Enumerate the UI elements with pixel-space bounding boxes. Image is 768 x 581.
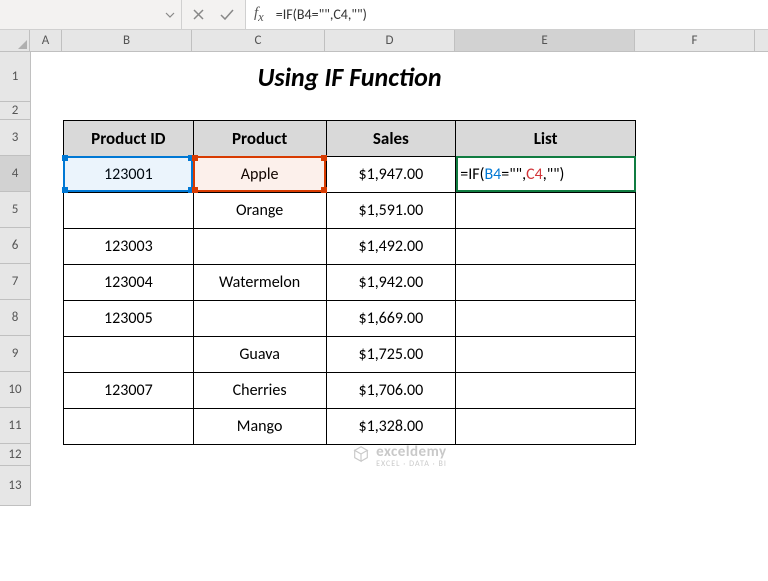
check-icon[interactable] <box>219 8 235 21</box>
data-table: Product ID Product Sales List 123001 App… <box>63 120 636 445</box>
cell-c10[interactable]: Cherries <box>193 373 326 409</box>
name-box[interactable] <box>0 0 182 29</box>
row-header-11[interactable]: 11 <box>0 408 30 444</box>
cell-b4[interactable]: 123001 <box>64 157 194 193</box>
row-header-13[interactable]: 13 <box>0 466 30 506</box>
cell-b11[interactable] <box>64 409 194 445</box>
formula-bar-input[interactable]: =IF(B4="",C4,"") <box>272 6 367 23</box>
col-header-c[interactable]: C <box>192 30 325 51</box>
cell-b5[interactable] <box>64 193 194 229</box>
th-list[interactable]: List <box>456 121 636 157</box>
cell-d11[interactable]: $1,328.00 <box>326 409 456 445</box>
row-header-6[interactable]: 6 <box>0 228 30 264</box>
row-header-9[interactable]: 9 <box>0 336 30 372</box>
cell-d10[interactable]: $1,706.00 <box>326 373 456 409</box>
cell-c6[interactable] <box>193 229 326 265</box>
table-row: 123005 $1,669.00 <box>64 301 636 337</box>
cell-b9[interactable] <box>64 337 194 373</box>
watermark: exceldemy EXCEL · DATA · BI <box>31 445 768 467</box>
row-header-5[interactable]: 5 <box>0 192 30 228</box>
table-row: Guava $1,725.00 <box>64 337 636 373</box>
row-header-4[interactable]: 4 <box>0 156 30 192</box>
row-header-7[interactable]: 7 <box>0 264 30 300</box>
row-header-8[interactable]: 8 <box>0 300 30 336</box>
column-header-row: A B C D E F <box>0 30 768 52</box>
table-row: 123004 Watermelon $1,942.00 <box>64 265 636 301</box>
cell-d7[interactable]: $1,942.00 <box>326 265 456 301</box>
row-header-col: 1 2 3 4 5 6 7 8 9 10 11 12 13 <box>0 52 31 506</box>
row-header-3[interactable]: 3 <box>0 120 30 156</box>
chevron-down-icon <box>165 10 175 20</box>
cell-b7[interactable]: 123004 <box>64 265 194 301</box>
cell-b8[interactable]: 123005 <box>64 301 194 337</box>
table-row: 123007 Cherries $1,706.00 <box>64 373 636 409</box>
table-row: Mango $1,328.00 <box>64 409 636 445</box>
cancel-icon[interactable] <box>192 8 205 21</box>
table-header-row: Product ID Product Sales List <box>64 121 636 157</box>
cell-c7[interactable]: Watermelon <box>193 265 326 301</box>
col-header-a[interactable]: A <box>30 30 62 51</box>
col-header-b[interactable]: B <box>62 30 192 51</box>
cube-icon <box>352 445 370 468</box>
th-product[interactable]: Product <box>193 121 326 157</box>
watermark-tagline: EXCEL · DATA · BI <box>376 460 447 468</box>
row-header-10[interactable]: 10 <box>0 372 30 408</box>
cell-d8[interactable]: $1,669.00 <box>326 301 456 337</box>
formula-bar: fx =IF(B4="",C4,"") <box>0 0 768 30</box>
th-product-id[interactable]: Product ID <box>64 121 194 157</box>
cell-d9[interactable]: $1,725.00 <box>326 337 456 373</box>
cell-d6[interactable]: $1,492.00 <box>326 229 456 265</box>
cell-c4[interactable]: Apple <box>193 157 326 193</box>
cell-b10[interactable]: 123007 <box>64 373 194 409</box>
cell-e5[interactable] <box>456 193 636 229</box>
table-row: 123003 $1,492.00 <box>64 229 636 265</box>
watermark-brand: exceldemy <box>376 443 447 461</box>
row-header-2[interactable]: 2 <box>0 102 30 120</box>
cell-e6[interactable] <box>456 229 636 265</box>
cell-e10[interactable] <box>456 373 636 409</box>
row-header-12[interactable]: 12 <box>0 444 30 466</box>
cells-area[interactable]: Using IF Function Product ID Product Sal… <box>31 52 768 506</box>
cell-e7[interactable] <box>456 265 636 301</box>
formula-bar-buttons <box>182 0 246 29</box>
cell-e11[interactable] <box>456 409 636 445</box>
row-header-1[interactable]: 1 <box>0 52 30 102</box>
cell-c5[interactable]: Orange <box>193 193 326 229</box>
col-header-e[interactable]: E <box>455 30 635 51</box>
fx-icon[interactable]: fx <box>246 5 272 25</box>
select-all-corner[interactable] <box>0 30 30 51</box>
col-header-f[interactable]: F <box>635 30 755 51</box>
table-row: Orange $1,591.00 <box>64 193 636 229</box>
cell-e9[interactable] <box>456 337 636 373</box>
cell-d4[interactable]: $1,947.00 <box>326 157 456 193</box>
cell-e4[interactable]: =IF(B4="",C4,"") <box>456 157 636 193</box>
cell-c8[interactable] <box>193 301 326 337</box>
th-sales[interactable]: Sales <box>326 121 456 157</box>
cell-b6[interactable]: 123003 <box>64 229 194 265</box>
cell-c11[interactable]: Mango <box>193 409 326 445</box>
cell-d5[interactable]: $1,591.00 <box>326 193 456 229</box>
col-header-d[interactable]: D <box>325 30 455 51</box>
cell-e8[interactable] <box>456 301 636 337</box>
table-row: 123001 Apple $1,947.00 =IF(B4="",C4,"") <box>64 157 636 193</box>
page-title: Using IF Function <box>31 52 636 102</box>
cell-c9[interactable]: Guava <box>193 337 326 373</box>
